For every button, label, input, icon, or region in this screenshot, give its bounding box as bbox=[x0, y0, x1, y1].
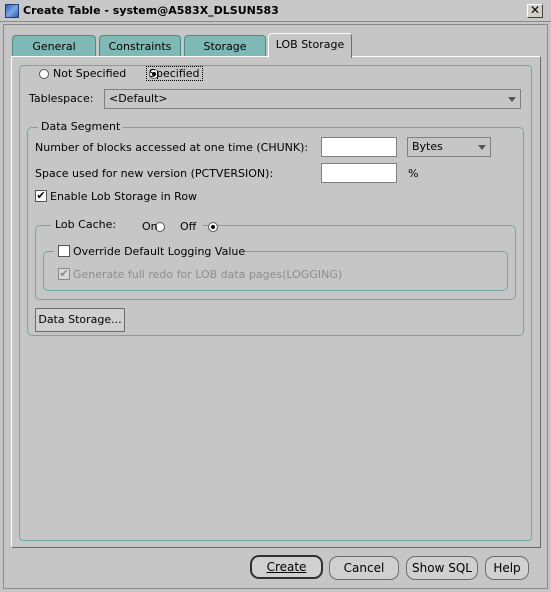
chevron-down-icon bbox=[508, 97, 516, 102]
show-sql-button[interactable]: Show SQL bbox=[406, 556, 478, 580]
tab-storage[interactable]: Storage bbox=[184, 35, 266, 57]
pctversion-input[interactable] bbox=[321, 163, 397, 183]
create-button-label: Create bbox=[266, 560, 307, 574]
chevron-down-icon bbox=[478, 145, 486, 150]
tablespace-value: <Default> bbox=[109, 92, 168, 105]
window-title: Create Table - system@A583X_DLSUN583 bbox=[23, 4, 279, 17]
not-specified-label[interactable]: Not Specified bbox=[53, 67, 126, 80]
tab-constraints[interactable]: Constraints bbox=[99, 35, 181, 57]
override-logging-checkbox[interactable] bbox=[58, 245, 70, 257]
lob-cache-legend: Lob Cache: bbox=[55, 218, 117, 231]
pctversion-label: Space used for new version (PCTVERSION): bbox=[35, 167, 274, 180]
chunk-input[interactable] bbox=[321, 137, 397, 157]
specified-label[interactable]: Specified bbox=[146, 66, 203, 81]
title-bar: Create Table - system@A583X_DLSUN583 ✕ bbox=[0, 0, 551, 22]
not-specified-radio[interactable] bbox=[39, 69, 49, 79]
tab-general[interactable]: General bbox=[12, 35, 96, 57]
generate-redo-label: Generate full redo for LOB data pages(LO… bbox=[73, 268, 343, 281]
pctversion-unit: % bbox=[408, 167, 419, 180]
create-table-icon bbox=[5, 4, 19, 18]
data-storage-button[interactable]: Data Storage... bbox=[35, 308, 125, 332]
chunk-label: Number of blocks accessed at one time (C… bbox=[35, 141, 309, 154]
create-button[interactable]: Create bbox=[250, 555, 323, 579]
generate-redo-checkbox: ✔ bbox=[58, 267, 70, 280]
tablespace-select[interactable]: <Default> bbox=[104, 89, 521, 109]
data-segment-legend: Data Segment bbox=[38, 120, 124, 133]
override-logging-label[interactable]: Override Default Logging Value bbox=[73, 245, 245, 258]
cache-off-label[interactable]: Off bbox=[180, 220, 196, 233]
cancel-button[interactable]: Cancel bbox=[329, 556, 399, 580]
chunk-unit-value: Bytes bbox=[412, 140, 443, 153]
enable-in-row-checkbox[interactable]: ✔ bbox=[35, 190, 47, 202]
close-button[interactable]: ✕ bbox=[527, 4, 543, 18]
cache-off-radio[interactable] bbox=[207, 222, 218, 232]
enable-in-row-label[interactable]: Enable Lob Storage in Row bbox=[50, 190, 197, 203]
help-button[interactable]: Help bbox=[485, 556, 529, 580]
tablespace-label: Tablespace: bbox=[29, 92, 94, 105]
cache-on-label[interactable]: On bbox=[142, 220, 158, 233]
tab-lob-storage[interactable]: LOB Storage bbox=[268, 33, 352, 58]
chunk-unit-select[interactable]: Bytes bbox=[407, 137, 491, 157]
